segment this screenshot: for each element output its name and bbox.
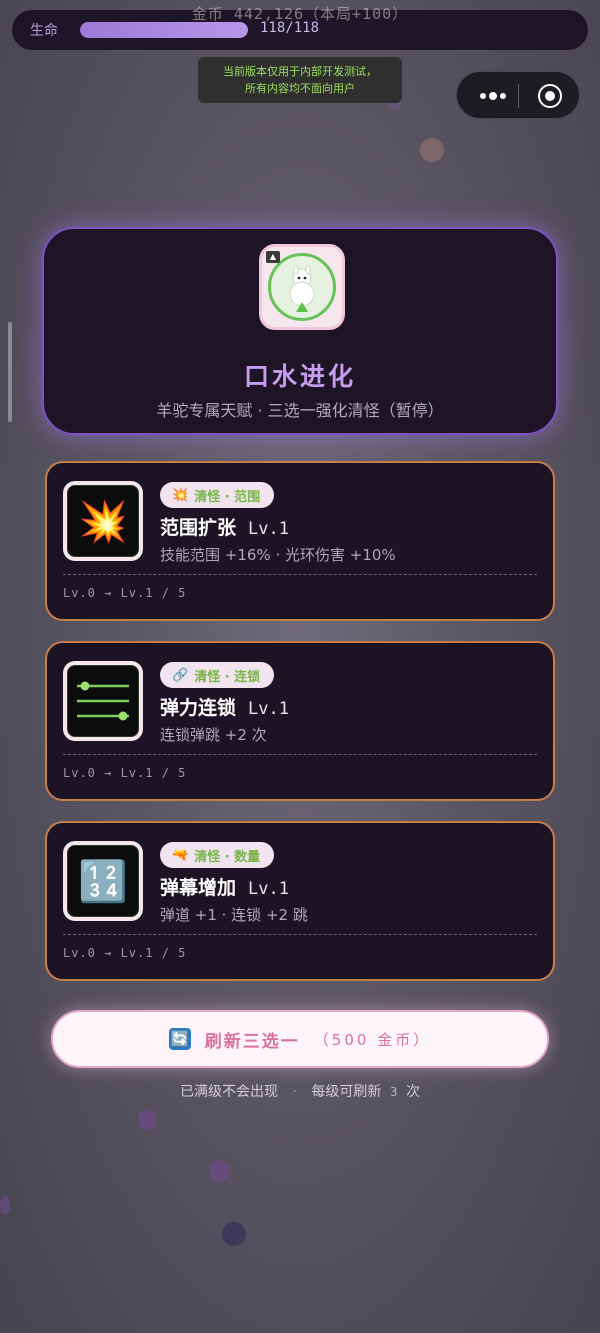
hp-label: 生命 xyxy=(30,23,58,39)
explosion-icon: 💥 xyxy=(67,485,139,557)
option-title-text: 弹力连锁 xyxy=(160,697,237,719)
footer-note: 已满级不会出现 · 每级可刷新 3 次 xyxy=(0,1081,600,1101)
target-circle-icon[interactable] xyxy=(538,84,562,108)
numbers-glyph: 🔢 xyxy=(78,858,128,905)
alpaca-icon xyxy=(289,265,315,312)
refresh-label: 刷新三选一 xyxy=(204,1031,300,1052)
dev-notice-line2: 所有内容均不面向用户 xyxy=(245,82,355,95)
footer-maxed-note: 已满级不会出现 xyxy=(180,1084,279,1100)
option-icon-frame xyxy=(63,661,143,741)
upgrade-option-card-1[interactable]: 💥 💥 清怪 · 范围 范围扩张 Lv.1 技能范围 +16% · 光环伤害 +1… xyxy=(45,461,555,621)
upgrade-option-card-2[interactable]: 🔗 清怪 · 连锁 弹力连锁 Lv.1 连锁弹跳 +2 次 Lv.0 → Lv.1… xyxy=(45,641,555,801)
footer-refresh-unit: 次 xyxy=(405,1084,420,1100)
background-creature xyxy=(222,1222,246,1246)
option-icon-frame: 💥 xyxy=(63,481,143,561)
refresh-cost: （500 金币） xyxy=(313,1030,432,1049)
option-progress: Lv.0 → Lv.1 / 5 xyxy=(63,766,187,780)
sliders-icon xyxy=(67,665,139,737)
footer-refresh-note: 每级可刷新 xyxy=(311,1084,382,1100)
level-up-badge-icon: ▲ xyxy=(266,251,280,263)
talent-header-card: ▲ 口水进化 羊驼专属天赋 · 三选一强化清怪（暂停） xyxy=(42,227,558,435)
option-divider xyxy=(63,574,537,575)
numbers-1234-icon: 🔢 xyxy=(67,845,139,917)
option-level: Lv.1 xyxy=(248,879,289,899)
option-title-text: 范围扩张 xyxy=(160,517,237,539)
option-divider xyxy=(63,934,537,935)
option-title: 弹幕增加 Lv.1 xyxy=(160,873,289,900)
background-creature xyxy=(0,1195,10,1215)
hp-value: 118/118 xyxy=(260,20,320,36)
option-tag: 💥 清怪 · 范围 xyxy=(160,482,275,508)
alpaca-avatar: ▲ xyxy=(259,244,345,330)
explosion-glyph: 💥 xyxy=(78,498,128,545)
talent-subtitle: 羊驼专属天赋 · 三选一强化清怪（暂停） xyxy=(156,401,444,420)
side-scrollbar[interactable] xyxy=(8,322,12,422)
hp-bar xyxy=(80,22,248,38)
option-description: 连锁弹跳 +2 次 xyxy=(160,726,267,744)
hp-bar-fill xyxy=(80,22,248,38)
more-dots-icon[interactable] xyxy=(471,84,515,108)
option-tag-label: 清怪 · 连锁 xyxy=(194,669,261,685)
option-description: 技能范围 +16% · 光环伤害 +10% xyxy=(160,546,396,564)
option-tag: 🔗 清怪 · 连锁 xyxy=(160,662,275,688)
option-level: Lv.1 xyxy=(248,519,289,539)
option-tag-label: 清怪 · 数量 xyxy=(194,849,261,865)
option-description: 弹道 +1 · 连锁 +2 跳 xyxy=(160,906,308,924)
background-creature xyxy=(209,1160,229,1182)
gun-tag-icon: 🔫 xyxy=(172,847,189,863)
talent-title: 口水进化 xyxy=(243,362,356,391)
capsule-divider xyxy=(518,84,519,108)
sliders-svg xyxy=(77,681,129,721)
explosion-tag-icon: 💥 xyxy=(172,487,189,503)
option-icon-frame: 🔢 xyxy=(63,841,143,921)
background-creature xyxy=(138,1110,156,1130)
refresh-button[interactable]: 🔄 刷新三选一 （500 金币） xyxy=(51,1010,549,1068)
option-progress: Lv.0 → Lv.1 / 5 xyxy=(63,586,187,600)
option-level: Lv.1 xyxy=(248,699,289,719)
option-title-text: 弹幕增加 xyxy=(160,877,237,899)
chain-tag-icon: 🔗 xyxy=(172,667,189,683)
option-tag: 🔫 清怪 · 数量 xyxy=(160,842,275,868)
background-creature xyxy=(420,138,444,162)
upgrade-option-card-3[interactable]: 🔢 🔫 清怪 · 数量 弹幕增加 Lv.1 弹道 +1 · 连锁 +2 跳 Lv.… xyxy=(45,821,555,981)
miniprogram-capsule xyxy=(456,71,580,119)
dev-notice-line1: 当前版本仅用于内部开发测试， xyxy=(223,65,377,78)
option-title: 弹力连锁 Lv.1 xyxy=(160,693,289,720)
option-divider xyxy=(63,754,537,755)
option-progress: Lv.0 → Lv.1 / 5 xyxy=(63,946,187,960)
option-title: 范围扩张 Lv.1 xyxy=(160,513,289,540)
refresh-icon: 🔄 xyxy=(168,1028,191,1050)
footer-refresh-count: 3 xyxy=(389,1085,398,1099)
alpaca-portrait xyxy=(268,253,336,321)
footer-separator: · xyxy=(292,1084,297,1100)
dev-notice: 当前版本仅用于内部开发测试， 所有内容均不面向用户 xyxy=(198,57,402,103)
option-tag-label: 清怪 · 范围 xyxy=(194,489,261,505)
